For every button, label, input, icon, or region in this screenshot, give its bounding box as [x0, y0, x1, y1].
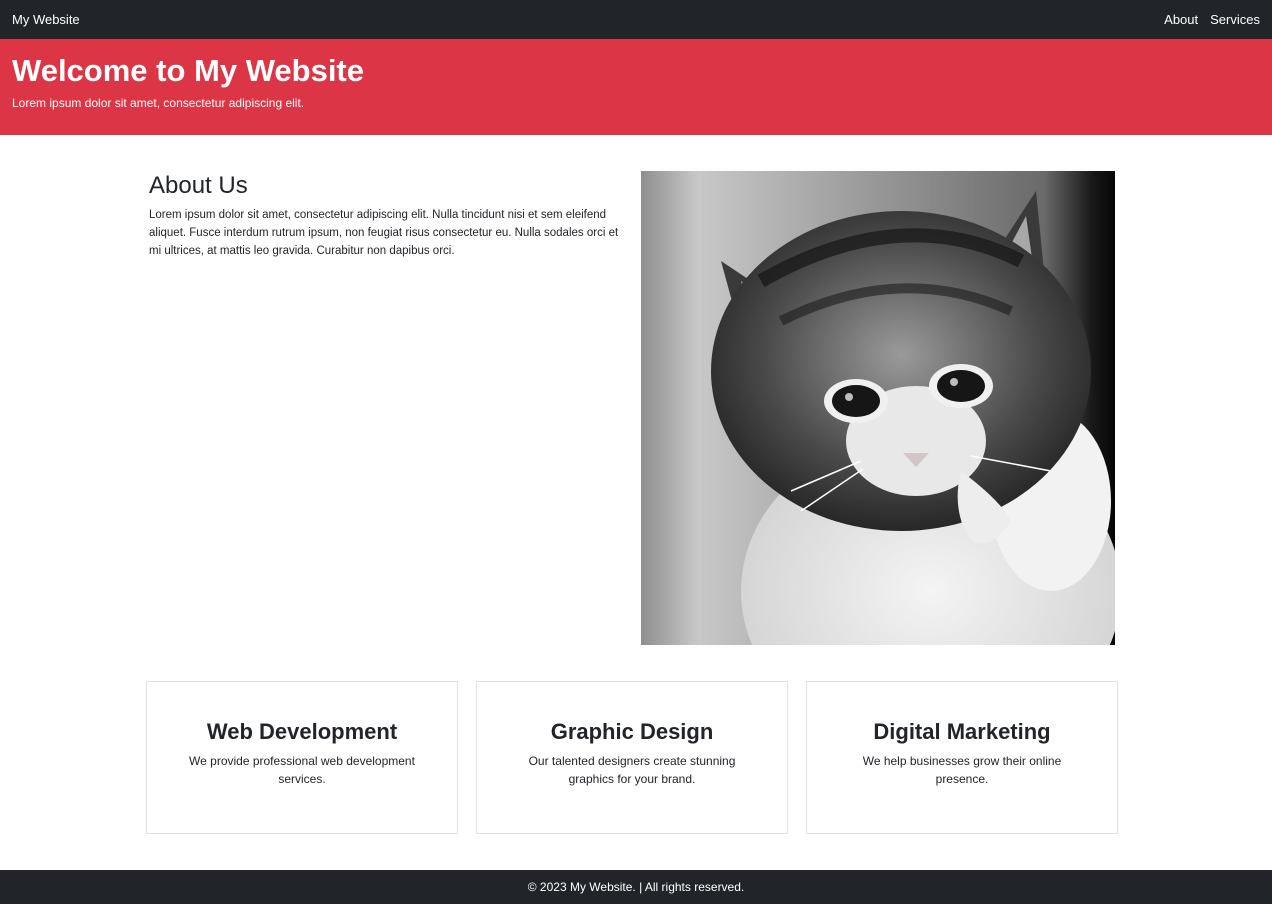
hero-banner: Welcome to My Website Lorem ipsum dolor … [0, 39, 1272, 135]
service-card-text: We provide professional web development … [189, 754, 415, 786]
kitten-photo [641, 171, 1115, 645]
hero-subtitle: Lorem ipsum dolor sit amet, consectetur … [12, 96, 305, 110]
about-title: About Us [149, 172, 248, 199]
service-card-text: We help businesses grow their online pre… [862, 754, 1062, 786]
service-card-graphic-design: Graphic Design Our talented designers cr… [476, 681, 788, 834]
top-navbar: My Website About Services [0, 0, 1272, 39]
nav-links: About Services [1164, 12, 1260, 27]
service-card-web-development: Web Development We provide professional … [146, 681, 458, 834]
footer-text: © 2023 My Website. | All rights reserved… [527, 880, 745, 894]
brand-link[interactable]: My Website [12, 12, 80, 27]
services-section: Web Development We provide professional … [146, 681, 1118, 834]
kitten-image [641, 171, 1115, 645]
nav-link-services[interactable]: Services [1210, 12, 1260, 27]
nav-link-about[interactable]: About [1164, 12, 1198, 27]
service-card-digital-marketing: Digital Marketing We help businesses gro… [806, 681, 1118, 834]
hero-title: Welcome to My Website [12, 53, 364, 88]
service-card-title: Digital Marketing [873, 719, 1051, 744]
service-card-text: Our talented designers create stunning g… [528, 754, 736, 786]
service-card-title: Web Development [206, 719, 398, 744]
page-footer: © 2023 My Website. | All rights reserved… [0, 870, 1272, 904]
about-text: Lorem ipsum dolor sit amet, consectetur … [149, 209, 619, 257]
service-card-title: Graphic Design [550, 719, 714, 744]
about-section: About Us Lorem ipsum dolor sit amet, con… [149, 170, 619, 260]
